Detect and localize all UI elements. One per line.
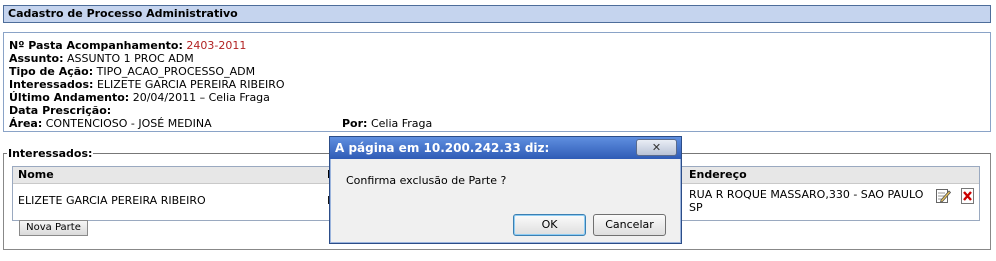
- info-area: Área: CONTENCIOSO - JOSÉ MEDINA: [9, 117, 212, 130]
- confirm-dialog: A página em 10.200.242.33 diz: ✕ Confirm…: [329, 136, 682, 244]
- info-interessados: Interessados: ELIZETE GARCIA PEREIRA RIB…: [9, 78, 285, 91]
- column-header-endereco: Endereço: [689, 168, 747, 181]
- cell-nome: ELIZETE GARCIA PEREIRA RIBEIRO: [18, 194, 206, 207]
- info-assunto: Assunto: ASSUNTO 1 PROC ADM: [9, 52, 194, 65]
- page-title: Cadastro de Processo Administrativo: [3, 5, 991, 23]
- assunto-value: ASSUNTO 1 PROC ADM: [66, 52, 194, 65]
- nova-parte-button[interactable]: Nova Parte: [19, 220, 88, 236]
- tipo-value: TIPO_ACAO_PROCESSO_ADM: [96, 65, 256, 78]
- ok-button[interactable]: OK: [513, 214, 586, 236]
- process-info-panel: Nº Pasta Acompanhamento: 2403-2011 Assun…: [3, 32, 991, 132]
- dialog-title: A página em 10.200.242.33 diz:: [330, 137, 681, 159]
- andamento-value: 20/04/2011 – Celia Fraga: [132, 91, 270, 104]
- close-icon[interactable]: ✕: [636, 139, 677, 156]
- info-pasta: Nº Pasta Acompanhamento: 2403-2011: [9, 39, 246, 52]
- interessados-value: ELIZETE GARCIA PEREIRA RIBEIRO: [96, 78, 285, 91]
- interessados-label: Interessados:: [9, 78, 94, 91]
- info-prescricao: Data Prescrição:: [9, 104, 111, 117]
- delete-icon[interactable]: [960, 187, 976, 205]
- area-label: Área:: [9, 117, 43, 130]
- area-value: CONTENCIOSO - JOSÉ MEDINA: [45, 117, 212, 130]
- info-andamento: Último Andamento: 20/04/2011 – Celia Fra…: [9, 91, 270, 104]
- por-label: Por:: [342, 117, 368, 130]
- info-tipo: Tipo de Ação: TIPO_ACAO_PROCESSO_ADM: [9, 65, 255, 78]
- tipo-label: Tipo de Ação:: [9, 65, 94, 78]
- por-value: Celia Fraga: [370, 117, 433, 130]
- edit-icon[interactable]: [935, 187, 952, 205]
- cancel-button[interactable]: Cancelar: [593, 214, 666, 236]
- info-por: Por: Celia Fraga: [342, 117, 432, 130]
- cell-endereco-line1: RUA R ROQUE MASSARO,330 - SAO PAULO: [689, 188, 924, 201]
- cell-endereco-line2: SP: [689, 201, 703, 214]
- interessados-legend: Interessados:: [8, 147, 93, 160]
- pasta-label: Nº Pasta Acompanhamento:: [9, 39, 183, 52]
- andamento-label: Último Andamento:: [9, 91, 130, 104]
- prescricao-label: Data Prescrição:: [9, 104, 112, 117]
- column-header-nome: Nome: [18, 168, 54, 181]
- dialog-message: Confirma exclusão de Parte ?: [346, 174, 507, 187]
- assunto-label: Assunto:: [9, 52, 64, 65]
- pasta-value: 2403-2011: [186, 39, 247, 52]
